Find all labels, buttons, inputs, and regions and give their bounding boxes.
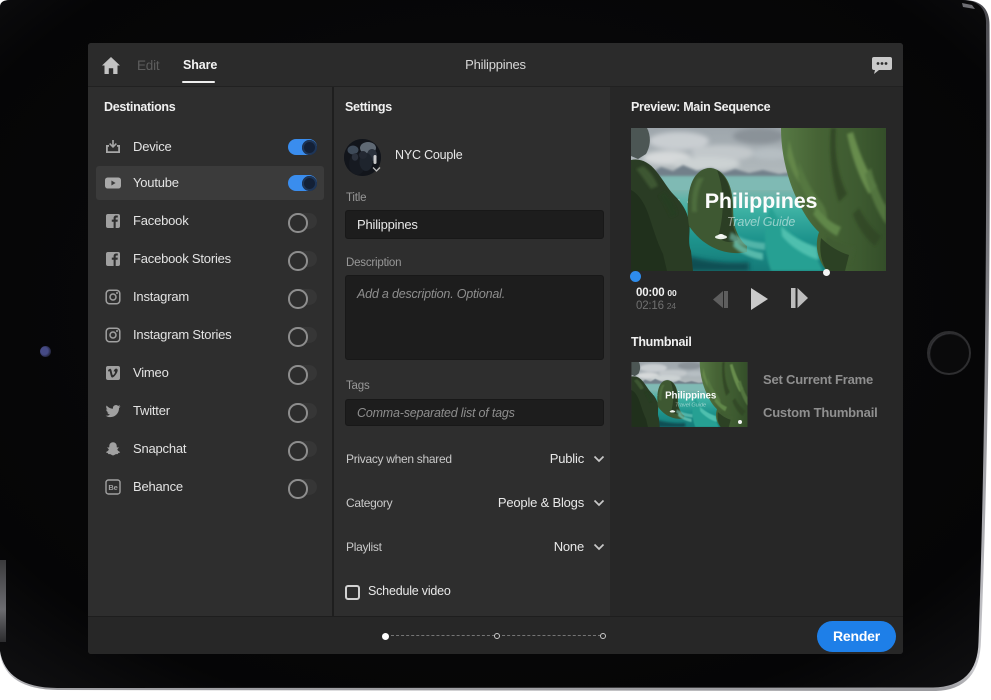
svg-text:Be: Be <box>108 483 117 492</box>
